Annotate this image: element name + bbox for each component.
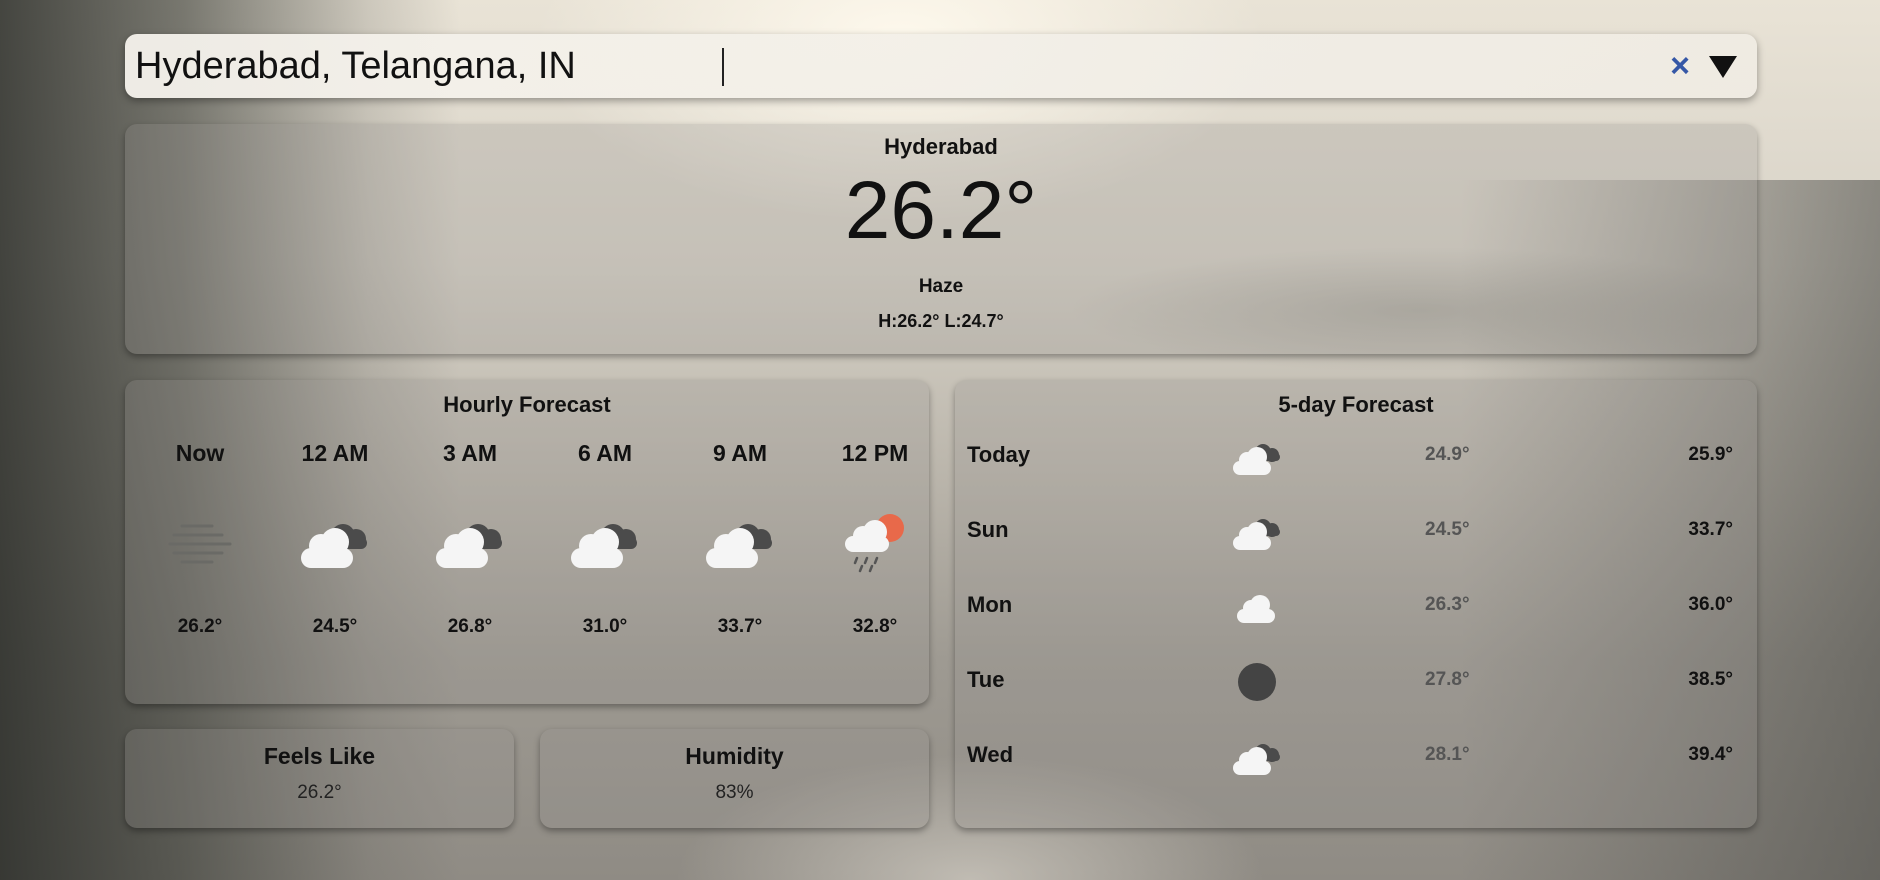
location-search-bar: × — [125, 34, 1757, 98]
hourly-item: 12 AM 24.5° — [280, 440, 390, 690]
daily-row: Tue 27.8° 38.5° — [955, 657, 1757, 707]
day-low-temperature: 28.1° — [1425, 744, 1470, 765]
broken-clouds-icon — [706, 524, 772, 568]
feels-like-title: Feels Like — [263, 743, 376, 769]
hour-temperature: 26.2° — [177, 616, 223, 637]
weather-condition: Haze — [918, 276, 964, 297]
broken-clouds-icon — [1233, 444, 1280, 475]
hourly-item: Now 26.2° — [145, 440, 255, 690]
hourly-item: 12 PM 32.8° — [820, 440, 930, 690]
location-search-input[interactable] — [135, 42, 1635, 90]
hour-label: Now — [175, 440, 225, 466]
feels-like-card: Feels Like 26.2° — [125, 729, 514, 828]
five-day-forecast-card: 5-day Forecast Today 24.9° 25.9° Sun 24.… — [955, 380, 1757, 828]
city-name: Hyderabad — [884, 134, 998, 159]
hour-label: 6 AM — [577, 440, 633, 466]
hourly-item: 3 AM 26.8° — [415, 440, 525, 690]
day-high-temperature: 38.5° — [1688, 669, 1733, 690]
triangle-down-icon[interactable] — [1705, 50, 1741, 82]
day-low-temperature: 26.3° — [1425, 594, 1470, 615]
hourly-forecast-title: Hourly Forecast — [443, 392, 611, 417]
daily-row: Wed 28.1° 39.4° — [955, 732, 1757, 782]
hour-temperature: 26.8° — [447, 616, 493, 637]
current-weather-card: Hyderabad 26.2° Haze H:26.2° L:24.7° — [125, 124, 1757, 354]
broken-clouds-icon — [571, 524, 637, 568]
feels-like-value: 26.2° — [297, 782, 342, 803]
hour-label: 12 PM — [841, 440, 909, 466]
hour-label: 12 AM — [301, 440, 369, 466]
daily-row: Mon 26.3° 36.0° — [955, 582, 1757, 632]
day-high-temperature: 36.0° — [1688, 594, 1733, 615]
broken-clouds-icon — [1233, 519, 1280, 550]
hour-label: 9 AM — [712, 440, 768, 466]
hour-temperature: 32.8° — [852, 616, 898, 637]
daily-row: Sun 24.5° 33.7° — [955, 507, 1757, 557]
hour-label: 3 AM — [442, 440, 498, 466]
day-name: Wed — [967, 742, 1014, 767]
cloud-icon — [1237, 595, 1275, 623]
text-caret — [722, 48, 724, 86]
hourly-item: 9 AM 33.7° — [685, 440, 795, 690]
high-low-temperature: H:26.2° L:24.7° — [878, 311, 1004, 331]
day-low-temperature: 24.5° — [1425, 519, 1470, 540]
day-name: Tue — [967, 667, 1005, 692]
day-high-temperature: 39.4° — [1688, 744, 1733, 765]
day-low-temperature: 27.8° — [1425, 669, 1470, 690]
humidity-title: Humidity — [685, 743, 784, 769]
day-name: Mon — [967, 592, 1013, 617]
day-name: Today — [967, 442, 1031, 467]
daily-row: Today 24.9° 25.9° — [955, 432, 1757, 482]
haze-icon — [168, 524, 232, 564]
sun-rain-cloud-icon — [845, 514, 904, 573]
current-temperature: 26.2° — [844, 165, 1038, 256]
hour-temperature: 33.7° — [717, 616, 763, 637]
broken-clouds-icon — [301, 524, 367, 568]
clear-icon[interactable]: × — [1662, 46, 1698, 86]
humidity-value: 83% — [715, 782, 754, 803]
dark-circle-icon — [1238, 663, 1276, 701]
hourly-forecast-card: Hourly Forecast Now 26.2° 12 AM 24.5° 3 … — [125, 380, 929, 704]
hourly-item: 6 AM 31.0° — [550, 440, 660, 690]
day-name: Sun — [967, 517, 1009, 542]
five-day-forecast-title: 5-day Forecast — [1278, 392, 1434, 417]
humidity-card: Humidity 83% — [540, 729, 929, 828]
hour-temperature: 24.5° — [312, 616, 358, 637]
broken-clouds-icon — [1233, 744, 1280, 775]
day-high-temperature: 25.9° — [1688, 444, 1733, 465]
day-low-temperature: 24.9° — [1425, 444, 1470, 465]
hour-temperature: 31.0° — [582, 616, 628, 637]
broken-clouds-icon — [436, 524, 502, 568]
day-high-temperature: 33.7° — [1688, 519, 1733, 540]
